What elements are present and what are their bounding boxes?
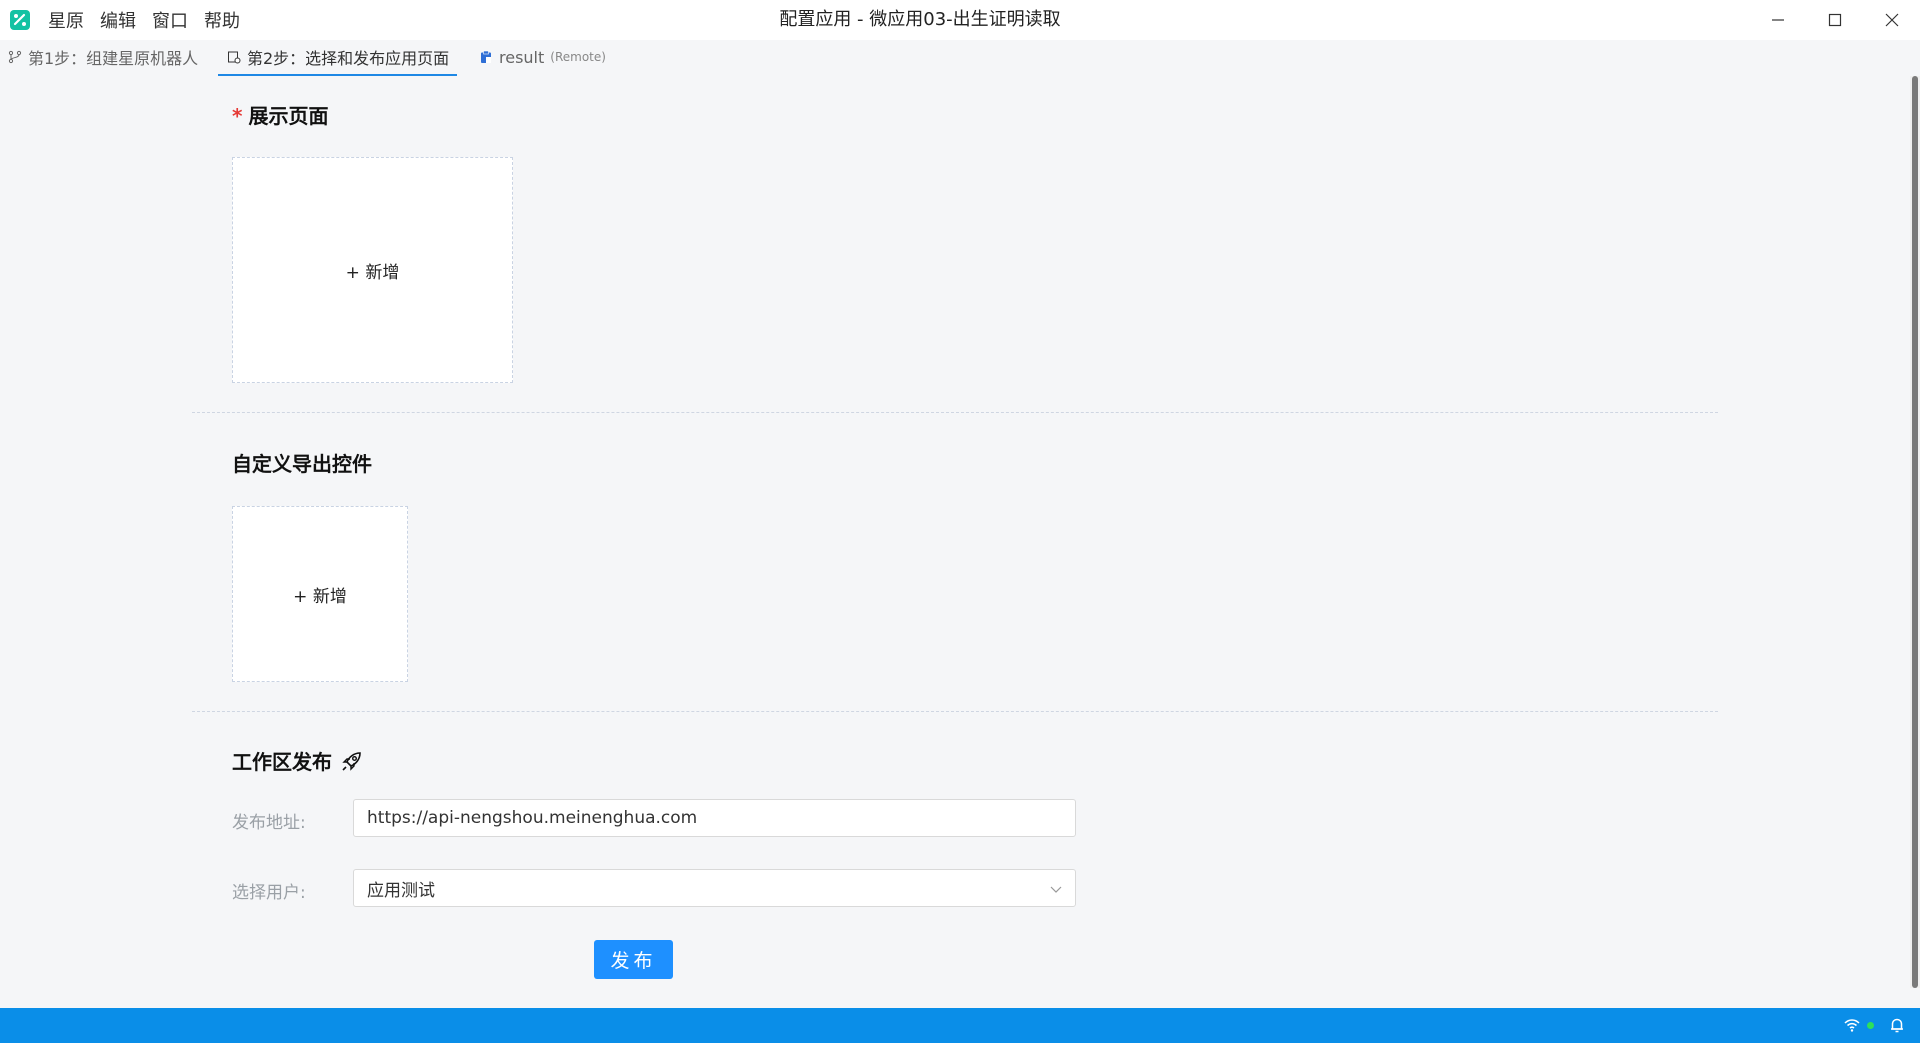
vertical-scrollbar[interactable]: [1910, 76, 1920, 988]
tab-result-sub: (Remote): [550, 50, 606, 64]
publish-address-input[interactable]: https://api-nengshou.meinenghua.com: [353, 799, 1076, 837]
publish-address-value: https://api-nengshou.meinenghua.com: [367, 808, 698, 828]
select-user-dropdown[interactable]: 应用测试: [353, 869, 1076, 907]
maximize-button[interactable]: [1806, 0, 1863, 40]
tab-result-label: result: [499, 47, 545, 67]
wifi-icon: [1844, 1019, 1860, 1032]
select-user-value: 应用测试: [367, 880, 435, 901]
custom-export-title: 自定义导出控件: [232, 452, 372, 476]
add-display-page-label: + 新增: [345, 262, 400, 283]
rocket-icon: [342, 751, 361, 771]
chevron-down-icon: [1050, 886, 1062, 893]
add-display-page-card[interactable]: + 新增: [232, 157, 513, 383]
add-custom-export-card[interactable]: + 新增: [232, 506, 408, 682]
publish-address-label: 发布地址:: [232, 813, 306, 833]
publish-button[interactable]: 发布: [594, 940, 673, 979]
branch-icon: [8, 50, 22, 64]
display-page-title: * 展示页面: [232, 100, 328, 129]
title-bar: 星原 编辑 窗口 帮助 配置应用 - 微应用03-出生证明读取: [0, 0, 1920, 40]
workspace-publish-title-text: 工作区发布: [232, 750, 332, 774]
clipboard-icon: [481, 50, 491, 63]
display-page-title-text: 展示页面: [248, 104, 329, 128]
status-bar: [0, 1008, 1920, 1043]
tab-result[interactable]: result (Remote): [479, 40, 606, 74]
status-icons: [1843, 1016, 1906, 1034]
select-user-label: 选择用户:: [232, 883, 306, 903]
maximize-icon: [1828, 13, 1841, 27]
minimize-button[interactable]: [1749, 0, 1806, 40]
add-custom-export-label: + 新增: [293, 586, 347, 607]
tab-step1[interactable]: 第1步：组建星原机器人: [8, 40, 198, 74]
tab-bar: 第1步：组建星原机器人 第2步：选择和发布应用页面 result (Remote…: [0, 40, 1920, 76]
tab-step2-label: 第2步：选择和发布应用页面: [247, 49, 450, 68]
section-divider: [192, 711, 1718, 712]
window-title: 配置应用 - 微应用03-出生证明读取: [779, 9, 1061, 30]
workspace-publish-title: 工作区发布: [232, 746, 364, 775]
close-icon: [1885, 13, 1898, 27]
required-star: *: [232, 104, 243, 128]
section-divider: [192, 412, 1718, 413]
scrollbar-thumb[interactable]: [1912, 76, 1918, 988]
tab-step1-label: 第1步：组建星原机器人: [28, 49, 199, 68]
tab-step2[interactable]: 第2步：选择和发布应用页面: [218, 40, 458, 76]
minimize-icon: [1771, 19, 1784, 21]
close-button[interactable]: [1863, 0, 1920, 40]
connection-status-dot: [1867, 1021, 1874, 1029]
page-settings-icon: [228, 51, 241, 64]
window-controls: [1749, 0, 1920, 40]
bell-icon[interactable]: [1888, 1016, 1906, 1034]
